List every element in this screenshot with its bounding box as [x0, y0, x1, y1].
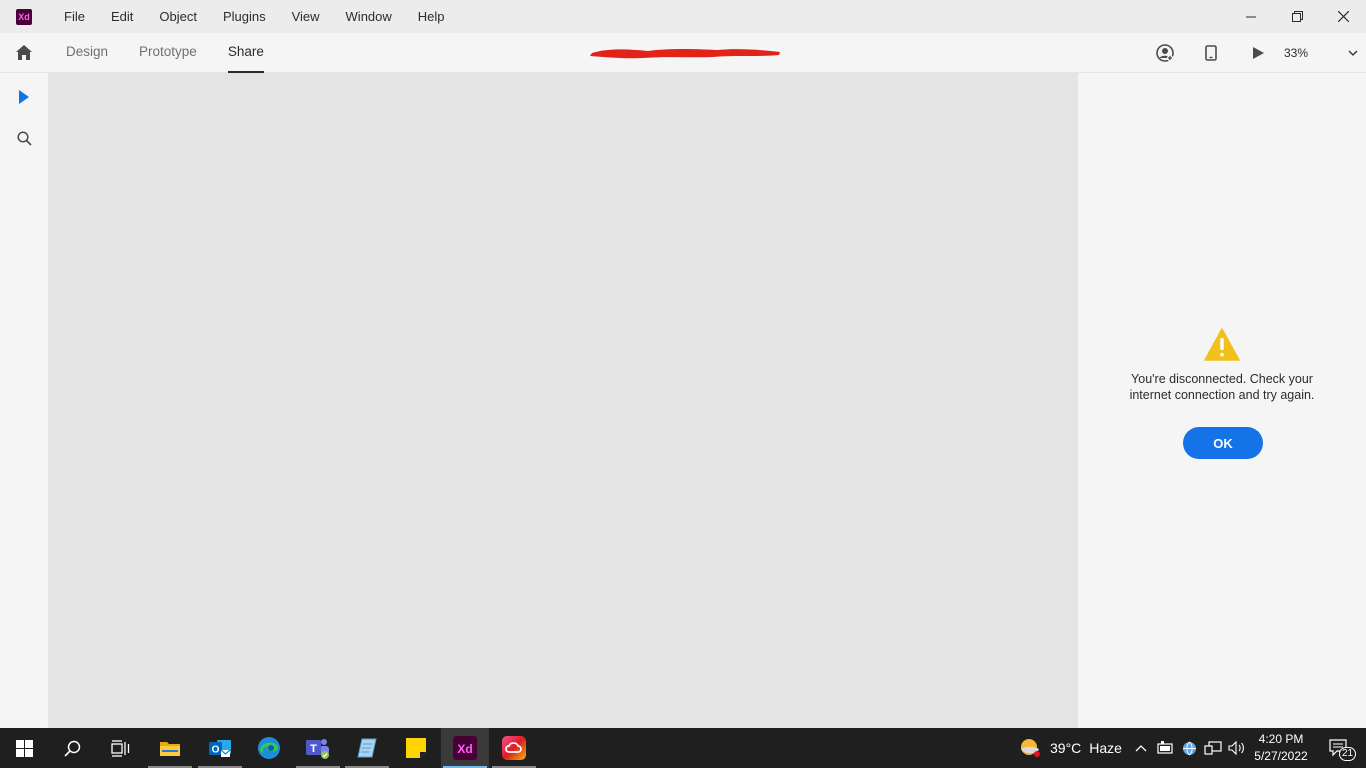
- message-line-2: internet connection and try again.: [1129, 388, 1315, 402]
- show-hidden-icons-button[interactable]: [1133, 728, 1149, 768]
- weather-widget[interactable]: 39°C Haze: [1018, 728, 1122, 768]
- title-bar: Xd File Edit Object Plugins View Window …: [0, 0, 1366, 33]
- tab-share[interactable]: Share: [227, 33, 264, 73]
- menu-bar: File Edit Object Plugins View Window Hel…: [51, 0, 458, 33]
- task-view-icon: [110, 739, 129, 757]
- adobe-xd-icon: Xd: [453, 736, 477, 760]
- message-line-1: You're disconnected. Check your: [1131, 372, 1313, 386]
- chevron-down-icon: [1348, 50, 1358, 56]
- restore-icon: [1291, 11, 1303, 22]
- minimize-icon: [1246, 16, 1256, 17]
- restore-button[interactable]: [1274, 0, 1320, 33]
- svg-text:Xd: Xd: [457, 742, 472, 756]
- speaker-icon: [1228, 741, 1244, 755]
- tab-design[interactable]: Design: [66, 33, 108, 73]
- taskbar-teams[interactable]: T: [294, 728, 342, 768]
- document-title-redacted: [590, 49, 780, 59]
- design-canvas[interactable]: [48, 73, 1078, 728]
- home-button[interactable]: [14, 43, 34, 63]
- taskbar-edge[interactable]: [245, 728, 293, 768]
- svg-text:T: T: [310, 743, 317, 755]
- sticky-notes-icon: [406, 738, 426, 758]
- clock-date: 5/27/2022: [1254, 749, 1308, 763]
- taskbar-file-explorer[interactable]: [146, 728, 194, 768]
- select-tool[interactable]: [14, 87, 34, 107]
- menu-file[interactable]: File: [51, 0, 98, 33]
- menu-help[interactable]: Help: [405, 0, 458, 33]
- taskbar-outlook[interactable]: O: [196, 728, 244, 768]
- notification-count-badge: 21: [1339, 747, 1357, 761]
- home-icon: [16, 45, 32, 60]
- menu-view[interactable]: View: [279, 0, 333, 33]
- taskbar-adobe-xd[interactable]: Xd: [441, 728, 489, 768]
- menu-edit[interactable]: Edit: [98, 0, 146, 33]
- tab-prototype[interactable]: Prototype: [139, 33, 197, 73]
- search-icon: [63, 740, 80, 757]
- menu-window[interactable]: Window: [333, 0, 405, 33]
- select-arrow-icon: [19, 90, 29, 104]
- close-icon: [1337, 11, 1349, 22]
- adobe-xd-logo: Xd: [16, 8, 32, 25]
- creative-cloud-icon: [502, 736, 526, 760]
- edge-browser-icon: [258, 737, 280, 759]
- tray-network-globe[interactable]: [1180, 728, 1198, 768]
- tray-battery[interactable]: [1156, 728, 1174, 768]
- taskbar-sticky-notes[interactable]: [392, 728, 440, 768]
- weather-haze-icon: [1021, 739, 1040, 757]
- start-button[interactable]: [0, 728, 48, 768]
- menu-object[interactable]: Object: [146, 0, 210, 33]
- svg-text:O: O: [212, 745, 220, 756]
- taskbar-search-button[interactable]: [48, 728, 96, 768]
- disconnected-message: You're disconnected. Check your internet…: [1098, 371, 1346, 403]
- weather-condition: Haze: [1089, 740, 1122, 756]
- taskbar-app-notepad[interactable]: [343, 728, 391, 768]
- weather-temperature: 39°C: [1050, 740, 1082, 756]
- notepad-icon: [357, 738, 377, 758]
- invite-button[interactable]: [1155, 43, 1175, 63]
- chevron-up-icon: [1135, 745, 1147, 752]
- system-clock[interactable]: 4:20 PM 5/27/2022: [1248, 731, 1314, 765]
- file-explorer-icon: [160, 742, 180, 756]
- notification-center-button[interactable]: 21: [1322, 728, 1357, 768]
- tray-network[interactable]: [1203, 728, 1223, 768]
- invite-user-icon: [1156, 44, 1174, 62]
- clock-time: 4:20 PM: [1258, 732, 1304, 746]
- zoom-dropdown[interactable]: 33%: [1284, 33, 1358, 73]
- play-preview-button[interactable]: [1248, 43, 1268, 63]
- device-preview-button[interactable]: [1201, 43, 1221, 63]
- mode-tabs: Design Prototype Share: [66, 33, 295, 73]
- windows-logo-icon: [15, 739, 33, 757]
- ok-button[interactable]: OK: [1183, 427, 1263, 459]
- menu-plugins[interactable]: Plugins: [210, 0, 279, 33]
- search-tool[interactable]: [14, 128, 34, 148]
- outlook-icon: O: [209, 740, 231, 757]
- mobile-device-icon: [1205, 45, 1217, 61]
- tray-volume[interactable]: [1227, 728, 1247, 768]
- battery-icon: [1156, 741, 1173, 754]
- teams-icon: T: [306, 739, 329, 759]
- close-button[interactable]: [1320, 0, 1366, 33]
- warning-icon: [1204, 328, 1240, 361]
- play-icon: [1253, 47, 1264, 59]
- zoom-value: 33%: [1284, 46, 1309, 60]
- taskbar-creative-cloud[interactable]: [490, 728, 538, 768]
- search-icon: [16, 130, 32, 146]
- windows-taskbar: O T Xd 39°C Haze 4:20 PM 5/27/2022 21: [0, 728, 1366, 768]
- share-panel: You're disconnected. Check your internet…: [1078, 73, 1366, 728]
- mode-bar: Design Prototype Share 33%: [0, 33, 1366, 73]
- left-toolbar: [0, 73, 48, 728]
- task-view-button[interactable]: [96, 728, 144, 768]
- globe-icon: [1182, 741, 1196, 755]
- network-icon: [1204, 741, 1222, 755]
- minimize-button[interactable]: [1228, 0, 1274, 33]
